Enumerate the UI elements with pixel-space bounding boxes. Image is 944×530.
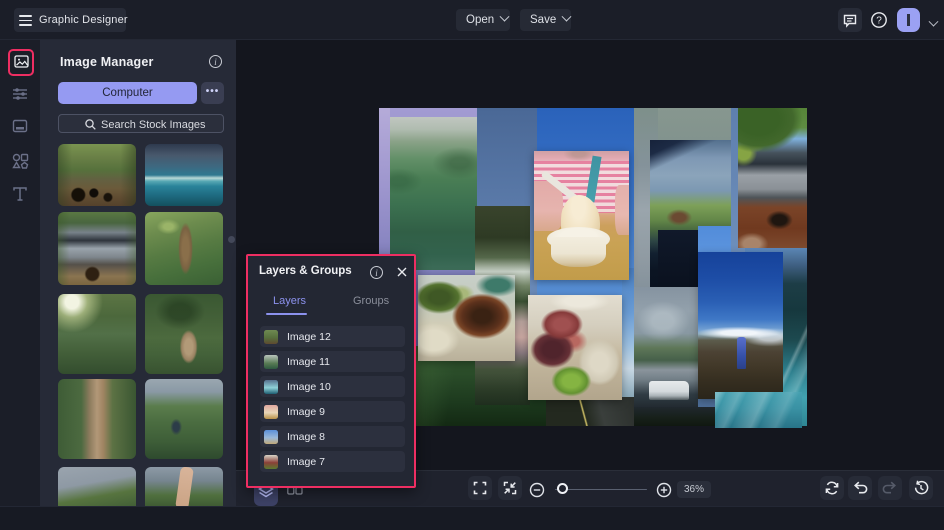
svg-text:?: ?	[876, 15, 882, 26]
